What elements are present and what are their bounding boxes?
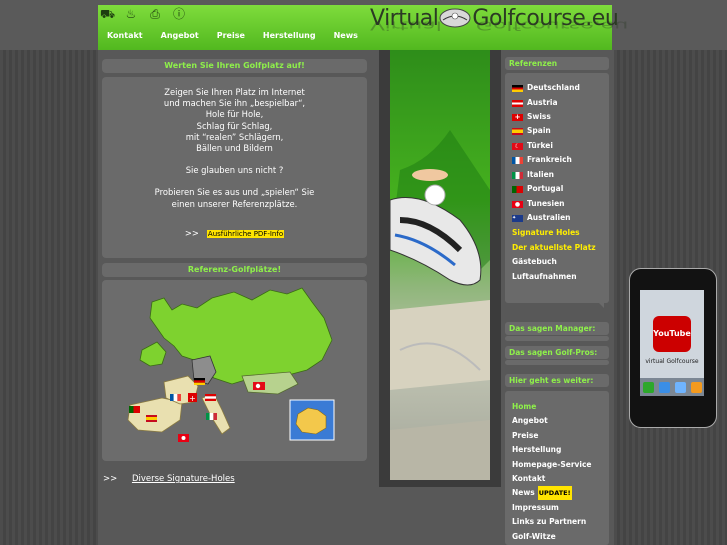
update-badge: UPDATE! xyxy=(537,486,572,500)
golf-shoe-illustration xyxy=(389,130,490,480)
mail-app-icon[interactable] xyxy=(658,381,670,393)
flag-de-icon xyxy=(512,84,523,92)
reference-tunesien[interactable]: ● Tunesien xyxy=(512,197,565,211)
europe-reference-map[interactable]: + xyxy=(102,280,367,461)
pdf-prefix: >> xyxy=(184,227,199,238)
intro-line: Zeigen Sie Ihren Platz im Internet xyxy=(164,87,305,97)
flag-it-icon xyxy=(512,171,523,179)
left-stripe-background xyxy=(0,50,98,545)
header-icon-bar: ⛟ ♨ ⎙ ⓘ xyxy=(100,7,186,21)
menu-news-label: News xyxy=(512,488,535,497)
menu-kontakt[interactable]: Kontakt xyxy=(512,472,545,486)
menu-homepage-service[interactable]: Homepage-Service xyxy=(512,458,592,472)
nav-preise[interactable]: Preise xyxy=(208,28,254,44)
phone-app-icon[interactable] xyxy=(642,381,654,393)
intro-line: Bällen und Bildern xyxy=(196,143,273,154)
intro-line: einen unserer Referenzplätze. xyxy=(171,198,298,209)
signature-holes-sidebar-link[interactable]: Signature Holes xyxy=(512,226,580,240)
intro-question: Sie glauben uns nicht ? xyxy=(185,165,284,176)
latest-course-link[interactable]: Der aktuellste Platz xyxy=(512,241,596,255)
nav-kontakt[interactable]: Kontakt xyxy=(98,28,152,44)
menu-news[interactable]: News UPDATE! xyxy=(512,486,572,500)
flag-ch-icon: + xyxy=(512,113,523,121)
reference-portugal[interactable]: Portugal xyxy=(512,182,563,196)
menu-golf-witze[interactable]: Golf-Witze xyxy=(512,530,556,544)
managers-header[interactable]: Das sagen Manager: xyxy=(505,322,609,335)
references-header: Referenzen xyxy=(505,57,609,70)
reference-spain[interactable]: Spain xyxy=(512,124,551,138)
flag-at-icon xyxy=(512,99,523,107)
turkey-shape xyxy=(241,371,299,395)
flag-au-icon: ✦ xyxy=(512,214,523,222)
menu-home[interactable]: Home xyxy=(512,400,536,414)
map-panel-header: Referenz-Golfplätze! xyxy=(102,263,367,277)
nav-news[interactable]: News xyxy=(325,28,367,44)
print-icon[interactable]: ⎙ xyxy=(148,7,162,21)
flag-es-icon xyxy=(512,127,523,135)
reference-swiss[interactable]: + Swiss xyxy=(512,110,551,124)
youtube-app-icon[interactable]: YouTube xyxy=(653,316,691,352)
menu-angebot[interactable]: Angebot xyxy=(512,414,548,428)
golfpros-header[interactable]: Das sagen Golf-Pros: xyxy=(505,346,609,359)
flag-tr-icon: ☾ xyxy=(512,142,523,150)
flag-tn-icon: ● xyxy=(512,200,523,208)
reference-austria[interactable]: Austria xyxy=(512,96,558,110)
signature-holes-link[interactable]: Diverse Signature-Holes xyxy=(132,474,235,484)
reference-italien[interactable]: Italien xyxy=(512,168,554,182)
intro-line: Schlag für Schlag, xyxy=(196,120,273,131)
golfpros-box xyxy=(505,360,609,365)
safari-app-icon[interactable] xyxy=(674,381,686,393)
managers-box xyxy=(505,336,609,341)
signature-holes-row: >> Diverse Signature-Holes xyxy=(103,474,235,484)
menu-preise[interactable]: Preise xyxy=(512,429,538,443)
golf-shoe-photo xyxy=(389,50,490,480)
aerial-photos-link[interactable]: Luftaufnahmen xyxy=(512,270,577,284)
app-label: virtual Golfcourse xyxy=(645,358,699,365)
car-icon[interactable]: ⛟ xyxy=(100,7,115,21)
guestbook-link[interactable]: Gästebuch xyxy=(512,255,557,269)
main-nav: Kontakt Angebot Preise Herstellung News xyxy=(98,28,367,44)
nav-angebot[interactable]: Angebot xyxy=(152,28,208,44)
intro-text: Zeigen Sie Ihren Platz im Internet und m… xyxy=(102,77,367,258)
ipod-app-icon[interactable] xyxy=(690,381,702,393)
pdf-info-link[interactable]: Ausführliche PDF-Info xyxy=(206,229,285,238)
reference-frankreich[interactable]: Frankreich xyxy=(512,153,572,167)
intro-line: mit “realen” Schlägern, xyxy=(185,131,284,142)
cake-icon[interactable]: ♨ xyxy=(124,7,138,21)
menu-herstellung[interactable]: Herstellung xyxy=(512,443,561,457)
reference-turkei[interactable]: ☾ Türkei xyxy=(512,139,553,153)
reference-australien[interactable]: ✦ Australien xyxy=(512,211,571,225)
flag-fr-icon xyxy=(512,156,523,164)
menu-impressum[interactable]: Impressum xyxy=(512,501,559,515)
intro-line: Hole für Hole, xyxy=(205,109,264,120)
uk-shape xyxy=(139,341,167,367)
europe-map-graphic: + xyxy=(127,287,335,442)
intro-line: und machen Sie ihn „bespielbar“, xyxy=(163,98,306,109)
continue-header: Hier geht es weiter: xyxy=(505,374,609,387)
nav-herstellung[interactable]: Herstellung xyxy=(254,28,325,44)
info-icon[interactable]: ⓘ xyxy=(172,7,186,21)
flag-pt-icon xyxy=(512,185,523,193)
signature-prefix: >> xyxy=(103,474,118,484)
references-pointer xyxy=(596,300,604,308)
reference-deutschland[interactable]: Deutschland xyxy=(512,81,580,95)
menu-links-partner[interactable]: Links zu Partnern xyxy=(512,515,586,529)
svg-text:+: + xyxy=(189,394,196,403)
intro-line: Probieren Sie es aus und „spielen“ Sie xyxy=(154,187,315,198)
rate-panel-header: Werten Sie Ihren Golfplatz auf! xyxy=(102,59,367,73)
iphone-screen: YouTube virtual Golfcourse xyxy=(640,290,704,396)
logo-reflection: Virtual Golfcourse.eu xyxy=(370,18,629,32)
iphone-dock xyxy=(640,378,704,396)
